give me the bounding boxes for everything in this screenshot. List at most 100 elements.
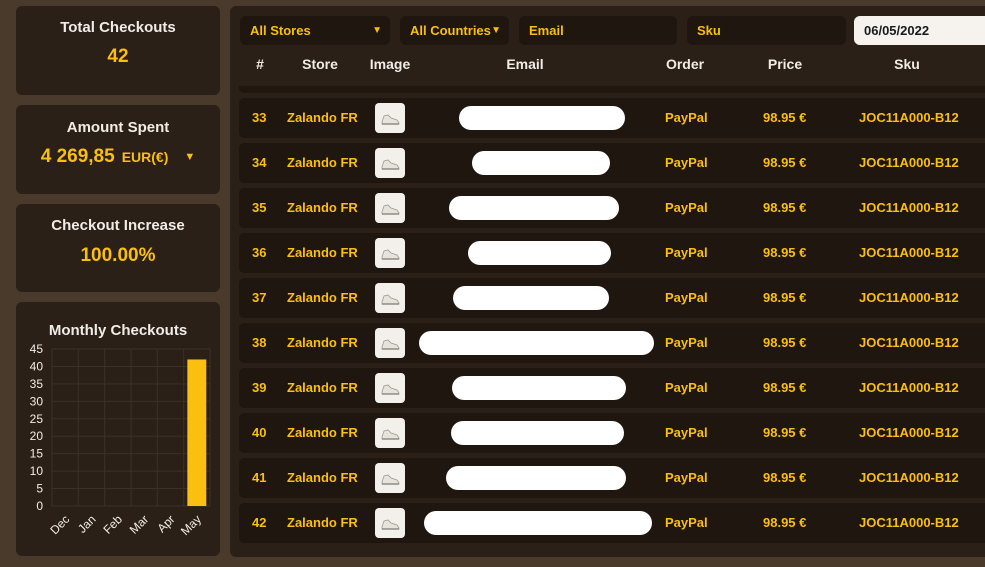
row-number: 38 [252, 335, 267, 350]
column-header-number[interactable]: # [256, 56, 264, 72]
row-number: 40 [252, 425, 267, 440]
email-redacted [452, 376, 626, 400]
date-filter-input[interactable]: 06/05/2022 [854, 16, 985, 45]
column-header-price[interactable]: Price [768, 56, 802, 72]
row-sku: JOC11A000-B12 [859, 380, 959, 395]
y-tick-label: 30 [30, 394, 44, 408]
row-store: Zalando FR [287, 110, 358, 125]
table-row[interactable]: 36 Zalando FR PayPal 98.95 € JOC11A000-B12 [239, 233, 985, 273]
row-price: 98.95 € [763, 110, 807, 125]
x-tick-label: Mar [127, 512, 152, 537]
row-order: PayPal [665, 380, 708, 395]
total-checkouts-card: Total Checkouts 42 [16, 6, 220, 95]
sneaker-icon[interactable] [375, 238, 405, 268]
row-price: 98.95 € [763, 470, 807, 485]
row-order: PayPal [665, 470, 708, 485]
sneaker-icon[interactable] [375, 373, 405, 403]
total-checkouts-value: 42 [107, 46, 129, 67]
checkout-increase-value: 100.00% [80, 245, 156, 266]
x-tick-label: Apr [155, 512, 178, 535]
column-header-email[interactable]: Email [506, 56, 543, 72]
y-tick-label: 40 [30, 359, 44, 373]
row-sku: JOC11A000-B12 [859, 515, 959, 530]
row-order: PayPal [665, 245, 708, 260]
row-store: Zalando FR [287, 200, 358, 215]
email-filter-placeholder: Email [529, 23, 564, 38]
y-tick-label: 45 [30, 342, 44, 356]
column-header-sku[interactable]: Sku [894, 56, 920, 72]
email-redacted [449, 196, 619, 220]
table-row[interactable]: 34 Zalando FR PayPal 98.95 € JOC11A000-B12 [239, 143, 985, 183]
row-sku: JOC11A000-B12 [859, 155, 959, 170]
sneaker-icon[interactable] [375, 463, 405, 493]
sneaker-icon[interactable] [375, 328, 405, 358]
table-row[interactable]: 33 Zalando FR PayPal 98.95 € JOC11A000-B12 [239, 98, 985, 138]
chevron-down-icon[interactable]: ▼ [184, 151, 195, 163]
table-row[interactable]: 35 Zalando FR PayPal 98.95 € JOC11A000-B12 [239, 188, 985, 228]
row-number: 34 [252, 155, 267, 170]
x-tick-label: Dec [47, 512, 72, 537]
row-number: 33 [252, 110, 267, 125]
row-number: 41 [252, 470, 267, 485]
amount-spent-row[interactable]: 4 269,85 EUR(€) ▼ [16, 146, 220, 168]
sneaker-icon[interactable] [375, 148, 405, 178]
table-row[interactable]: 42 Zalando FR PayPal 98.95 € JOC11A000-B12 [239, 503, 985, 543]
sneaker-icon[interactable] [375, 103, 405, 133]
y-tick-label: 25 [30, 412, 44, 426]
row-order: PayPal [665, 290, 708, 305]
row-number: 42 [252, 515, 267, 530]
y-tick-label: 10 [30, 464, 44, 478]
amount-spent-card: Amount Spent 4 269,85 EUR(€) ▼ [16, 105, 220, 194]
row-store: Zalando FR [287, 245, 358, 260]
row-sku: JOC11A000-B12 [859, 335, 959, 350]
email-filter-input[interactable]: Email [519, 16, 677, 45]
chart-bar-may [187, 359, 207, 506]
checkout-increase-label: Checkout Increase [51, 217, 185, 234]
table-row[interactable]: 37 Zalando FR PayPal 98.95 € JOC11A000-B12 [239, 278, 985, 318]
sneaker-icon[interactable] [375, 418, 405, 448]
row-number: 37 [252, 290, 267, 305]
row-price: 98.95 € [763, 200, 807, 215]
y-tick-label: 0 [36, 499, 43, 513]
table-row[interactable]: 40 Zalando FR PayPal 98.95 € JOC11A000-B12 [239, 413, 985, 453]
monthly-checkouts-card: Monthly Checkouts 0 5 10 15 20 25 30 35 40 45 Dec J… [16, 302, 220, 556]
table-row[interactable]: 38 Zalando FR PayPal 98.95 € JOC11A000-B12 [239, 323, 985, 363]
column-header-image[interactable]: Image [370, 56, 410, 72]
row-sku: JOC11A000-B12 [859, 425, 959, 440]
email-redacted [453, 286, 609, 310]
row-order: PayPal [665, 425, 708, 440]
column-header-store[interactable]: Store [302, 56, 338, 72]
row-store: Zalando FR [287, 335, 358, 350]
total-checkouts-label: Total Checkouts [60, 19, 176, 36]
y-tick-label: 15 [30, 447, 44, 461]
sneaker-icon[interactable] [375, 283, 405, 313]
row-store: Zalando FR [287, 425, 358, 440]
date-filter-value: 06/05/2022 [864, 23, 930, 38]
email-redacted [424, 511, 652, 535]
row-price: 98.95 € [763, 380, 807, 395]
currency-select[interactable]: EUR(€) [122, 149, 169, 165]
checkout-increase-card: Checkout Increase 100.00% [16, 204, 220, 292]
email-redacted [419, 331, 654, 355]
column-header-order[interactable]: Order [666, 56, 704, 72]
y-tick-label: 35 [30, 377, 44, 391]
email-redacted [459, 106, 625, 130]
row-store: Zalando FR [287, 380, 358, 395]
row-store: Zalando FR [287, 290, 358, 305]
row-price: 98.95 € [763, 425, 807, 440]
sku-filter-input[interactable]: Sku [687, 16, 846, 45]
row-number: 35 [252, 200, 267, 215]
row-price: 98.95 € [763, 290, 807, 305]
row-store: Zalando FR [287, 470, 358, 485]
table-row[interactable]: 41 Zalando FR PayPal 98.95 € JOC11A000-B12 [239, 458, 985, 498]
store-filter-select[interactable]: All Stores ▼ [240, 16, 390, 45]
country-filter-value: All Countries [410, 23, 491, 38]
sneaker-icon[interactable] [375, 193, 405, 223]
email-redacted [472, 151, 610, 175]
country-filter-select[interactable]: All Countries ▼ [400, 16, 509, 45]
row-sku: JOC11A000-B12 [859, 110, 959, 125]
sneaker-icon[interactable] [375, 508, 405, 538]
x-tick-label: May [178, 512, 204, 538]
table-row[interactable]: 39 Zalando FR PayPal 98.95 € JOC11A000-B12 [239, 368, 985, 408]
monthly-checkouts-chart: 0 5 10 15 20 25 30 35 40 45 Dec Jan Feb Mar Apr May [30, 342, 211, 538]
